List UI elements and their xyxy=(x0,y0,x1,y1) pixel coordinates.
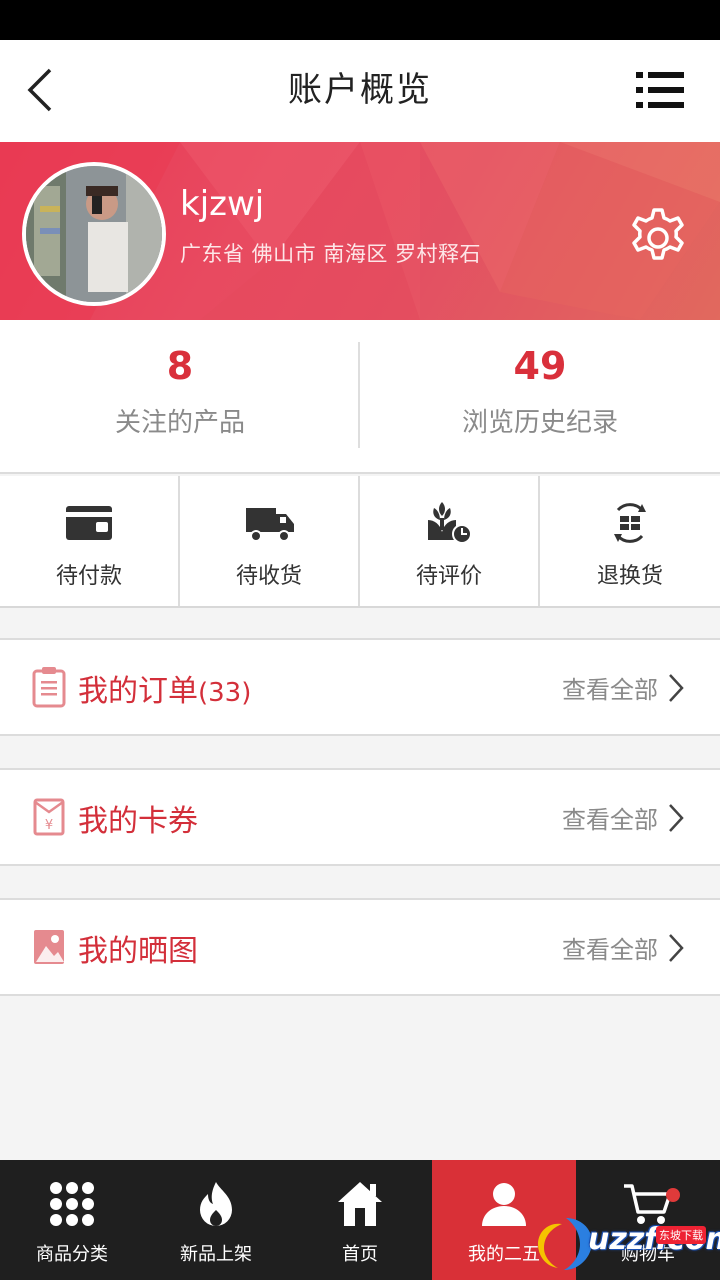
status-bar xyxy=(0,0,720,40)
cart-badge-dot xyxy=(666,1188,680,1202)
order-status-label: 待收货 xyxy=(235,564,302,589)
svg-text:¥: ¥ xyxy=(45,818,53,833)
chevron-right-icon xyxy=(669,674,684,702)
view-all-link[interactable]: 查看全部 xyxy=(562,930,658,965)
user-address: 广东省 佛山市 南海区 罗村释石 xyxy=(180,242,482,266)
my-orders-label: 我的订单(33) xyxy=(78,666,251,710)
home-icon xyxy=(338,1182,382,1226)
avatar-photo xyxy=(26,166,162,302)
grid-icon xyxy=(50,1182,94,1226)
pending-payment-button[interactable]: 待付款 xyxy=(0,476,180,606)
stat-value: 49 xyxy=(513,344,567,388)
user-icon xyxy=(482,1183,526,1226)
watermark-logo: uzzf.com 东坡下载 xyxy=(536,1214,720,1276)
truck-icon xyxy=(246,508,294,542)
tab-new-arrivals[interactable]: 新品上架 xyxy=(144,1160,288,1280)
settings-gear-icon[interactable] xyxy=(626,206,690,270)
order-count: (33) xyxy=(198,678,252,708)
my-orders-row[interactable]: 我的订单(33) 查看全部 xyxy=(0,638,720,736)
clipboard-icon xyxy=(32,667,66,708)
chevron-right-icon xyxy=(669,804,684,832)
my-orders-title: 我的订单 xyxy=(78,674,198,709)
exchange-icon xyxy=(614,503,646,543)
view-all-link[interactable]: 查看全部 xyxy=(562,800,658,835)
coupon-icon: ¥ xyxy=(33,798,65,836)
order-status-label: 待付款 xyxy=(55,564,122,589)
tab-label: 首页 xyxy=(342,1244,378,1265)
return-exchange-button[interactable]: 退换货 xyxy=(540,476,720,606)
my-photos-label: 我的晒图 xyxy=(78,934,198,969)
my-coupons-row[interactable]: ¥ 我的卡券 查看全部 xyxy=(0,768,720,866)
tab-label: 商品分类 xyxy=(36,1244,108,1265)
wallet-icon xyxy=(66,506,112,540)
image-icon xyxy=(34,930,64,964)
order-status-label: 待评价 xyxy=(415,564,482,589)
order-status-bar: 待付款 待收货 待评价 退换货 xyxy=(0,476,720,608)
profile-banner: kjzwj 广东省 佛山市 南海区 罗村释石 xyxy=(0,142,720,320)
stat-value: 8 xyxy=(166,344,194,388)
page-title: 账户概览 xyxy=(288,70,432,110)
stat-label: 浏览历史纪录 xyxy=(461,408,618,438)
view-all-link[interactable]: 查看全部 xyxy=(562,670,658,705)
pending-receipt-button[interactable]: 待收货 xyxy=(180,476,360,606)
watermark-tag: 东坡下载 xyxy=(656,1226,706,1244)
tab-home[interactable]: 首页 xyxy=(288,1160,432,1280)
avatar[interactable] xyxy=(22,162,166,306)
tab-categories[interactable]: 商品分类 xyxy=(0,1160,144,1280)
pending-review-button[interactable]: 待评价 xyxy=(360,476,540,606)
stat-label: 关注的产品 xyxy=(114,408,245,438)
tab-label: 新品上架 xyxy=(180,1244,252,1265)
order-status-label: 退换货 xyxy=(596,564,663,589)
flame-icon xyxy=(200,1182,232,1226)
rate-icon xyxy=(428,502,472,544)
stat-followed-products[interactable]: 8 关注的产品 xyxy=(0,320,360,474)
stats-panel: 8 关注的产品 49 浏览历史纪录 xyxy=(0,320,720,474)
my-photos-row[interactable]: 我的晒图 查看全部 xyxy=(0,898,720,996)
top-nav-bar: 账户概览 xyxy=(0,40,720,142)
chevron-right-icon xyxy=(669,934,684,962)
stat-browse-history[interactable]: 49 浏览历史纪录 xyxy=(360,320,720,474)
menu-list-icon[interactable] xyxy=(636,70,684,110)
my-coupons-label: 我的卡券 xyxy=(78,804,198,839)
watermark-swirl-icon xyxy=(538,1218,592,1270)
username: kjzwj xyxy=(180,184,265,224)
